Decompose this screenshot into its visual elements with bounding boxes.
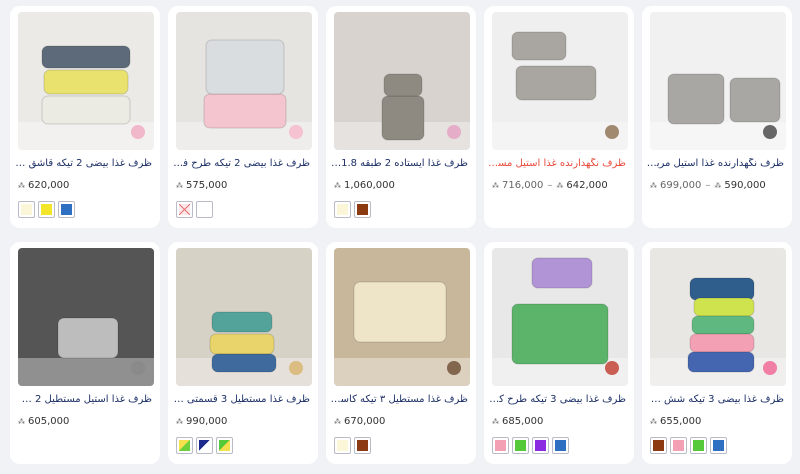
currency-icon: ⁂ (556, 181, 564, 190)
color-swatch[interactable] (58, 201, 75, 218)
currency-icon: ⁂ (334, 417, 341, 426)
price-row: ⁂ 605,000 (18, 416, 158, 427)
product-title[interactable]: ظرف نگهدارنده غذا استیل مستطیل... (488, 158, 626, 169)
price-row: ⁂ 699,000– ⁂ 590,000 (650, 180, 790, 191)
product-card[interactable]: ظرف نگهدارنده غذا استیل مستطیل...⁂716,00… (484, 6, 634, 228)
old-price: 716,000 (502, 180, 544, 191)
color-swatch[interactable] (492, 437, 509, 454)
color-swatch[interactable] (18, 201, 35, 218)
price: 642,000 (566, 180, 608, 191)
product-card[interactable]: ظرف غذا استیل مستطیل 2 طبقه ⁂605,000 (10, 242, 160, 464)
price: 990,000 (186, 416, 228, 427)
product-card[interactable]: ظرف غذا بیضی 3 تیکه شش رنگ ⁂ 655,000 (642, 242, 792, 464)
product-title[interactable]: ظرف نگهدارنده غذا استیل مربع قفل... (646, 158, 784, 169)
product-card[interactable]: ظرف غذا بیضی 3 تیکه طرح کودک ⁂685,000 (484, 242, 634, 464)
currency-icon: ⁂ (492, 417, 499, 426)
price: 685,000 (502, 416, 544, 427)
color-options (492, 437, 569, 454)
color-swatch[interactable] (196, 201, 213, 218)
product-card[interactable]: ظرف غذا مستطیل ۳ تیکه کاسه دار... ⁂670,00… (326, 242, 476, 464)
price-row: ⁂ 575,000 (176, 180, 316, 191)
product-image[interactable] (650, 12, 786, 150)
price-row: ⁂ 1,060,000 (334, 180, 474, 191)
product-image[interactable] (334, 248, 470, 386)
color-options (176, 201, 213, 218)
price-row: ⁂ 670,000 (334, 416, 474, 427)
price-separator: – (547, 180, 553, 191)
price-row: ⁂ 716,000– ⁂ 642,000 (492, 180, 632, 191)
currency-icon: ⁂ (18, 417, 25, 426)
product-card[interactable]: ظرف نگهدارنده غذا استیل مربع قفل...⁂699,… (642, 6, 792, 228)
product-card[interactable]: ظرف غذا ایستاده 2 طبقه 1.8 لیتری ⁂1,060,0… (326, 6, 476, 228)
product-image[interactable] (334, 12, 470, 150)
product-image[interactable] (18, 248, 154, 386)
product-title[interactable]: ظرف غذا بیضی 3 تیکه طرح کودک (488, 394, 626, 405)
old-price: 699,000 (660, 180, 702, 191)
currency-icon: ⁂ (650, 417, 657, 426)
color-options (176, 437, 233, 454)
price-row: ⁂ 990,000 (176, 416, 316, 427)
price: 605,000 (28, 416, 70, 427)
price: 655,000 (660, 416, 702, 427)
color-swatch[interactable] (690, 437, 707, 454)
product-card[interactable]: ظرف غذا مستطیل 3 قسمتی قاشق و... ⁂990,000 (168, 242, 318, 464)
currency-icon: ⁂ (176, 181, 183, 190)
currency-icon: ⁂ (18, 181, 25, 190)
product-title[interactable]: ظرف غذا بیضی 2 تیکه قاشق دار LUCKY (14, 158, 152, 169)
color-swatch[interactable] (176, 201, 193, 218)
product-image[interactable] (18, 12, 154, 150)
color-options (18, 201, 75, 218)
color-swatch[interactable] (216, 437, 233, 454)
price-row: ⁂ 655,000 (650, 416, 790, 427)
product-image[interactable] (176, 248, 312, 386)
product-title[interactable]: ظرف غذا مستطیل ۳ تیکه کاسه دار... (330, 394, 468, 405)
color-options (650, 437, 727, 454)
product-title[interactable]: ظرف غذا بیضی 3 تیکه شش رنگ (646, 394, 784, 405)
currency-icon: ⁂ (176, 417, 183, 426)
color-swatch[interactable] (710, 437, 727, 454)
currency-icon: ⁂ (650, 181, 657, 190)
price: 1,060,000 (344, 180, 395, 191)
color-swatch[interactable] (532, 437, 549, 454)
color-swatch[interactable] (552, 437, 569, 454)
price: 575,000 (186, 180, 228, 191)
color-swatch[interactable] (196, 437, 213, 454)
product-image[interactable] (492, 12, 628, 150)
price-row: ⁂ 620,000 (18, 180, 158, 191)
product-title[interactable]: ظرف غذا ایستاده 2 طبقه 1.8 لیتری (330, 158, 468, 169)
currency-icon: ⁂ (492, 181, 499, 190)
price: 620,000 (28, 180, 70, 191)
color-swatch[interactable] (176, 437, 193, 454)
color-swatch[interactable] (512, 437, 529, 454)
product-card[interactable]: ظرف غذا بیضی 2 تیکه قاشق دار LUCKY ⁂620,0… (10, 6, 160, 228)
color-options (334, 201, 371, 218)
color-swatch[interactable] (334, 201, 351, 218)
currency-icon: ⁂ (714, 181, 722, 190)
color-swatch[interactable] (334, 437, 351, 454)
color-swatch[interactable] (354, 437, 371, 454)
color-swatch[interactable] (650, 437, 667, 454)
product-title[interactable]: ظرف غذا استیل مستطیل 2 طبقه (14, 394, 152, 405)
product-title[interactable]: ظرف غذا بیضی 2 تیکه طرح فانتزی (172, 158, 310, 169)
currency-icon: ⁂ (334, 181, 341, 190)
color-options (334, 437, 371, 454)
price: 670,000 (344, 416, 386, 427)
product-title[interactable]: ظرف غذا مستطیل 3 قسمتی قاشق و... (172, 394, 310, 405)
product-card[interactable]: ظرف غذا بیضی 2 تیکه طرح فانتزی ⁂575,000 (168, 6, 318, 228)
product-image[interactable] (492, 248, 628, 386)
price-row: ⁂ 685,000 (492, 416, 632, 427)
color-swatch[interactable] (670, 437, 687, 454)
price-separator: – (705, 180, 711, 191)
product-image[interactable] (650, 248, 786, 386)
color-swatch[interactable] (354, 201, 371, 218)
product-image[interactable] (176, 12, 312, 150)
price: 590,000 (724, 180, 766, 191)
color-swatch[interactable] (38, 201, 55, 218)
